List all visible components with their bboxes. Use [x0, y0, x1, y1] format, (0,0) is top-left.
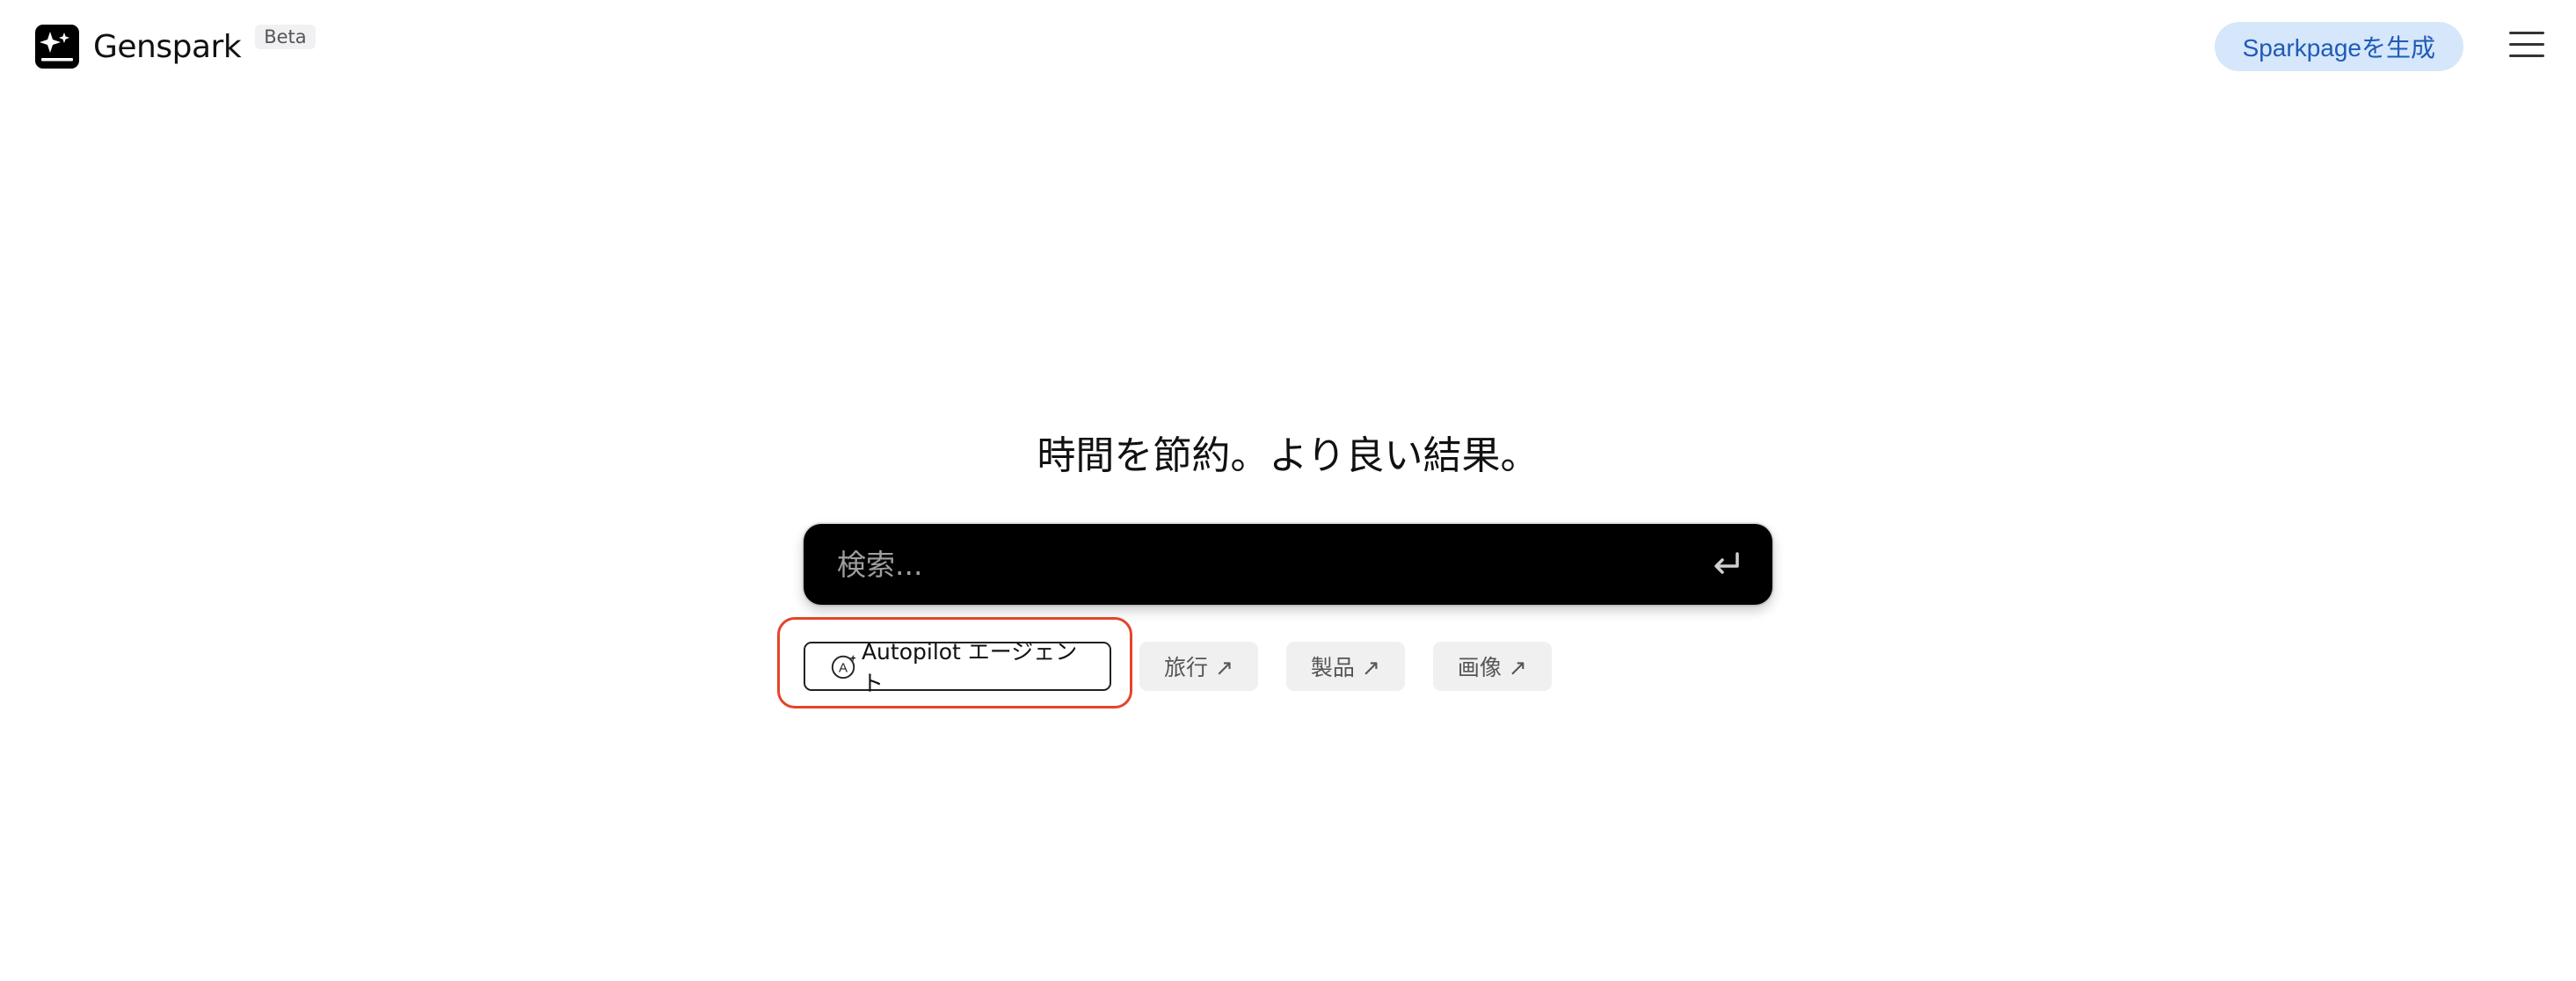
enter-return-icon[interactable] — [1707, 545, 1746, 584]
sparkle-logo-icon — [35, 25, 79, 69]
page: Genspark Beta Sparkpageを生成 時間を節約。より良い結果。… — [0, 0, 2576, 981]
autopilot-agent-chip[interactable]: A Autopilot エージェント — [804, 639, 1111, 696]
images-chip[interactable]: 画像 ↗ — [1432, 642, 1552, 691]
brand[interactable]: Genspark Beta — [35, 25, 316, 69]
beta-badge: Beta — [255, 25, 316, 49]
travel-chip[interactable]: 旅行 ↗ — [1139, 642, 1258, 691]
hero-headline: 時間を節約。より良い結果。 — [1037, 433, 1539, 478]
search-bar[interactable] — [804, 524, 1772, 605]
brand-name: Genspark — [93, 28, 242, 65]
products-chip[interactable]: 製品 ↗ — [1285, 642, 1405, 691]
svg-text:A: A — [839, 661, 848, 676]
hamburger-menu-icon[interactable] — [2509, 32, 2544, 60]
generate-sparkpage-button[interactable]: Sparkpageを生成 — [2214, 22, 2463, 71]
suggestion-chips: A Autopilot エージェント 旅行 ↗ 製品 ↗ 画像 ↗ — [804, 639, 1580, 696]
autopilot-agent-label: Autopilot エージェント — [861, 639, 1078, 696]
search-input[interactable] — [835, 546, 1707, 583]
autopilot-agent-icon: A — [831, 654, 857, 679]
